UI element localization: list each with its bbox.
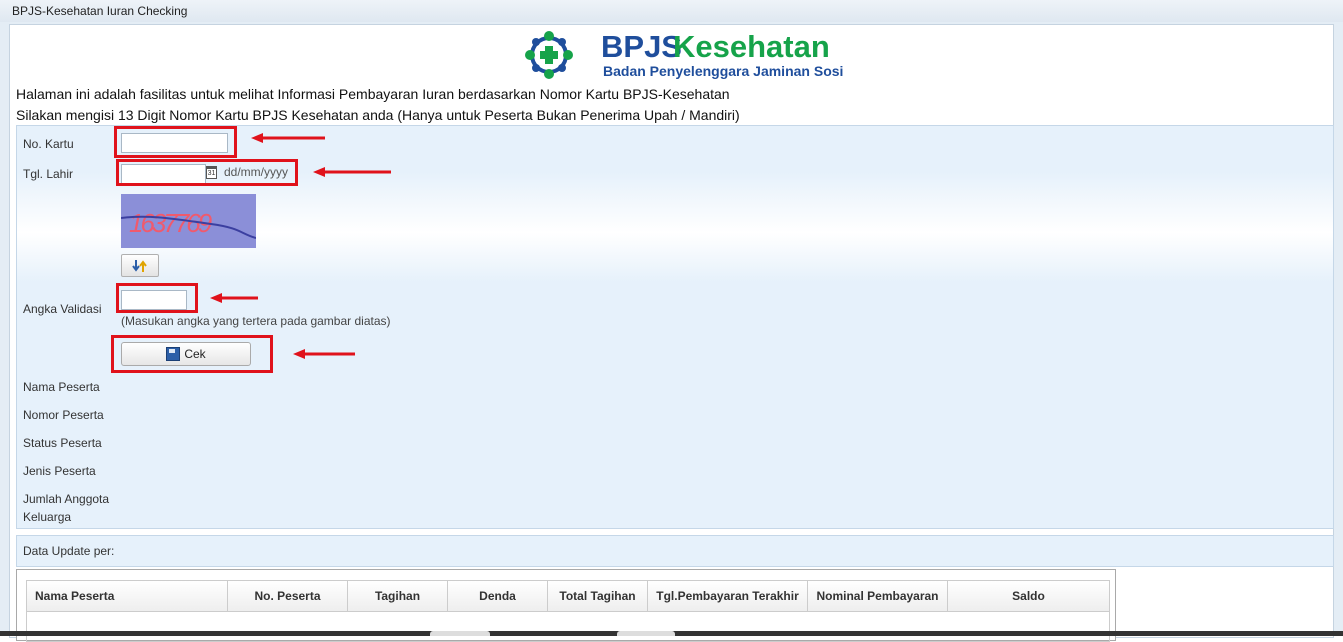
logo-brand-suffix: Kesehatan <box>673 29 830 64</box>
taskbar-strip <box>0 631 1343 636</box>
nama-peserta-label: Nama Peserta <box>23 380 100 394</box>
tgl-lahir-label: Tgl. Lahir <box>23 167 74 181</box>
bpjs-logo: BPJS Kesehatan Badan Penyelenggara Jamin… <box>523 27 855 85</box>
table-header: Nama Peserta No. Peserta Tagihan Denda T… <box>27 581 1109 612</box>
taskbar-tab[interactable] <box>617 631 675 636</box>
column-header[interactable]: Denda <box>448 581 548 611</box>
column-header[interactable]: Saldo <box>948 581 1109 611</box>
no-kartu-label: No. Kartu <box>23 137 74 151</box>
jenis-peserta-label: Jenis Peserta <box>23 464 96 478</box>
jumlah-anggota-label: Jumlah Anggota <box>23 492 110 506</box>
refresh-captcha-button[interactable] <box>121 254 159 277</box>
column-header[interactable]: Tgl.Pembayaran Terakhir <box>648 581 808 611</box>
jumlah-anggota-label-2: Keluarga <box>23 510 72 524</box>
intro-line-2: Silakan mengisi 13 Digit Nomor Kartu BPJ… <box>16 107 740 123</box>
content-area: BPJS Kesehatan Badan Penyelenggara Jamin… <box>9 24 1334 642</box>
arrow-left-icon <box>251 133 325 143</box>
arrow-left-icon <box>313 167 391 177</box>
angka-validasi-hint: (Masukan angka yang tertera pada gambar … <box>121 314 391 328</box>
taskbar-tab[interactable] <box>430 631 490 636</box>
column-header[interactable]: Total Tagihan <box>548 581 648 611</box>
intro-line-1: Halaman ini adalah fasilitas untuk melih… <box>16 86 730 102</box>
angka-validasi-label: Angka Validasi <box>23 302 102 316</box>
window-title: BPJS-Kesehatan Iuran Checking <box>12 4 188 18</box>
column-header[interactable]: Nominal Pembayaran <box>808 581 948 611</box>
status-peserta-label: Status Peserta <box>23 436 102 450</box>
arrow-left-icon <box>210 293 258 303</box>
column-header[interactable]: Tagihan <box>348 581 448 611</box>
data-update-label: Data Update per: <box>23 544 115 558</box>
logo-brand-prefix: BPJS <box>601 29 682 64</box>
nomor-peserta-label: Nomor Peserta <box>23 408 104 422</box>
arrow-left-icon <box>293 349 355 359</box>
data-update-bar: Data Update per: <box>16 535 1334 567</box>
captcha-image: 1637769 <box>121 194 256 248</box>
refresh-arrows-icon <box>132 259 147 272</box>
column-header[interactable]: Nama Peserta <box>27 581 228 611</box>
page-frame: BPJS Kesehatan Badan Penyelenggara Jamin… <box>0 22 1343 642</box>
window-titlebar: BPJS-Kesehatan Iuran Checking <box>0 0 1343 23</box>
logo-tagline: Badan Penyelenggara Jaminan Sosial <box>603 63 843 79</box>
check-form: No. Kartu Tgl. Lahir 31 dd/mm/yyyy 16377… <box>16 125 1334 529</box>
column-header[interactable]: No. Peserta <box>228 581 348 611</box>
bpjs-logo-emblem-icon: BPJS Kesehatan Badan Penyelenggara Jamin… <box>525 29 855 79</box>
